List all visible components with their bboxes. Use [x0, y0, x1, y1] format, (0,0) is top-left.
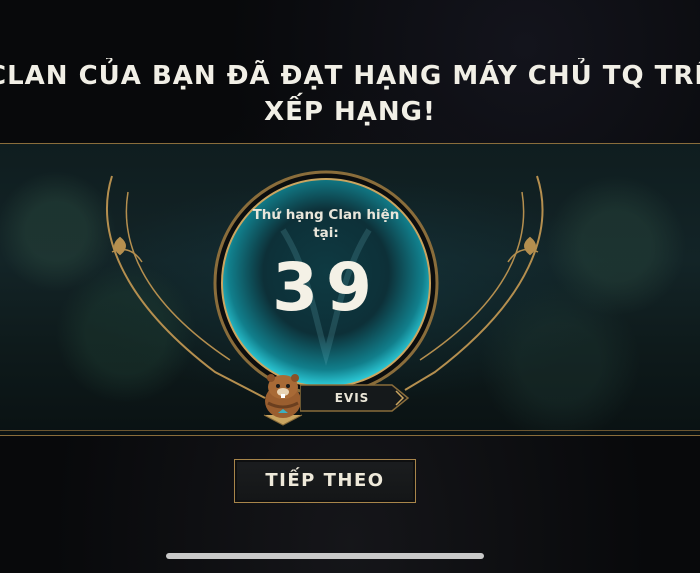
home-indicator[interactable] [166, 553, 484, 559]
right-wing-leaf [524, 236, 536, 256]
clan-name-plate: EVIS [300, 384, 410, 412]
rank-label: Thứ hạng Clan hiện tại: [252, 207, 400, 241]
left-wing-leaf [114, 236, 126, 256]
rank-value: 39 [272, 249, 380, 326]
clan-name: EVIS [334, 391, 370, 405]
next-button[interactable]: TIẾP THEO [234, 459, 416, 503]
